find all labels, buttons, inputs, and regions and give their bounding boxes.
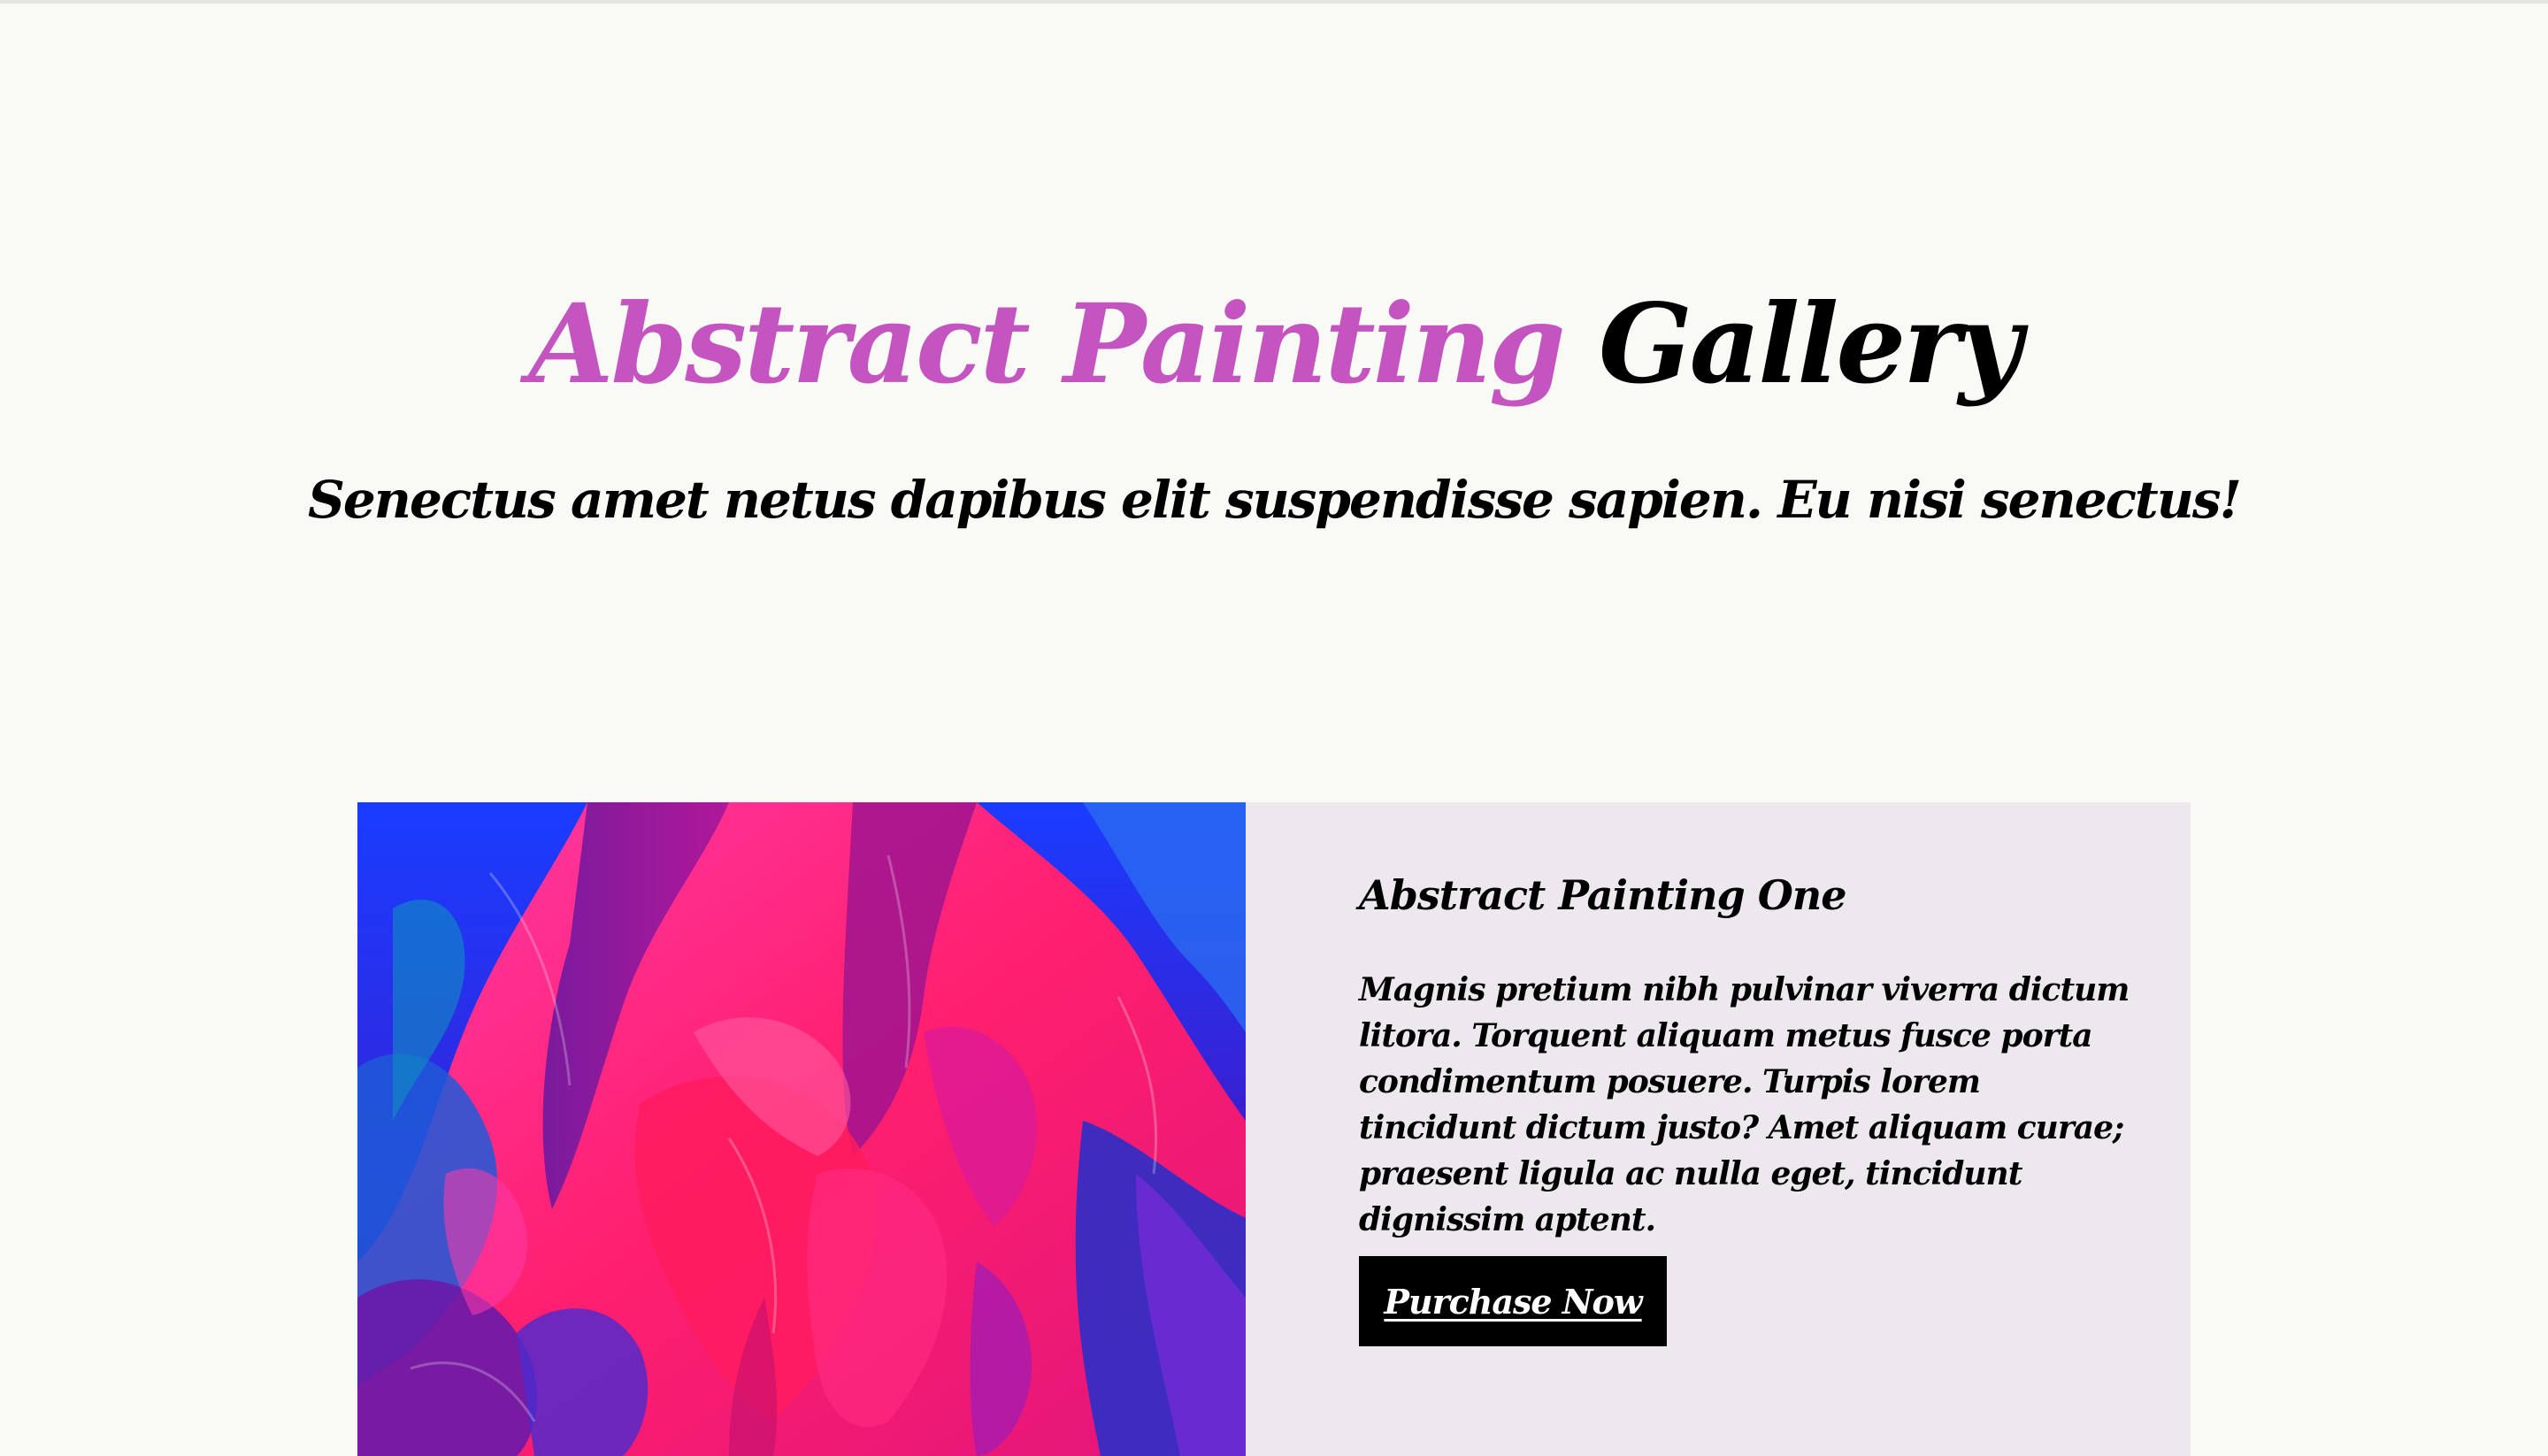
product-description: Magnis pretium nibh pulvinar viverra dic… [1359,971,2130,1238]
purchase-now-button[interactable]: Purchase Now [1359,1256,1667,1346]
product-info: Abstract Painting One Magnis pretium nib… [1359,802,2137,1456]
product-image [357,802,1246,1456]
page-title-rest: Gallery [1598,280,2022,409]
abstract-painting-image [357,802,1246,1456]
product-title: Abstract Painting One [1359,871,1847,919]
product-card: Abstract Painting One Magnis pretium nib… [357,802,2191,1456]
page-title-accent: Abstract Painting [528,280,1565,409]
page-title: Abstract Painting Gallery [0,265,2548,425]
hero-section: Abstract Painting Gallery Senectus amet … [0,0,2548,743]
page-subtitle: Senectus amet netus dapibus elit suspend… [308,470,2242,530]
